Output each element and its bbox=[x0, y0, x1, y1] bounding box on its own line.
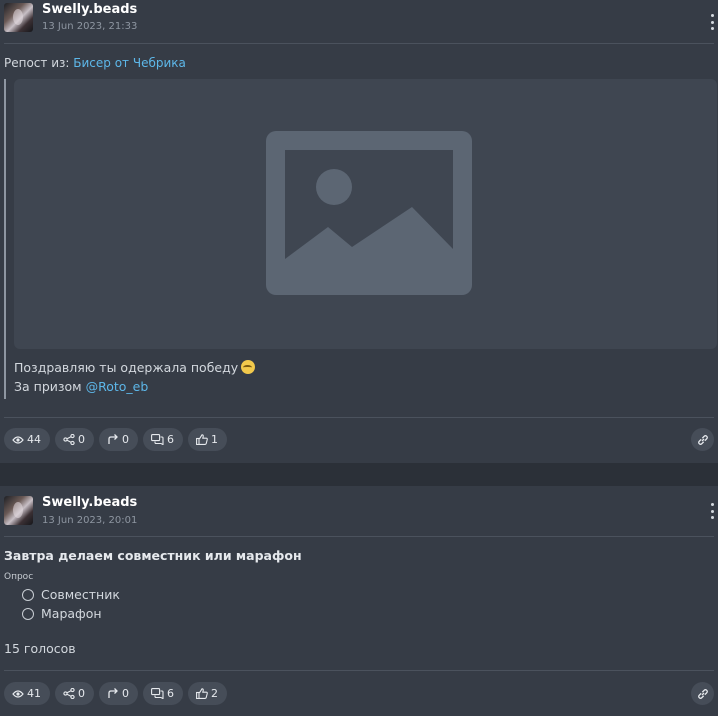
repost-button[interactable]: 0 bbox=[99, 428, 138, 451]
repost-line: Репост из: Бисер от Чебрика bbox=[4, 56, 186, 70]
shares-count: 0 bbox=[78, 433, 85, 446]
poll-option-label: Марафон bbox=[41, 606, 102, 621]
views-button[interactable]: 44 bbox=[4, 428, 50, 451]
radio-icon[interactable] bbox=[22, 588, 34, 601]
avatar[interactable] bbox=[4, 3, 33, 32]
divider bbox=[4, 670, 714, 671]
image-placeholder-icon bbox=[266, 131, 472, 295]
poll-label: Опрос bbox=[4, 572, 34, 582]
more-menu-icon[interactable] bbox=[709, 14, 715, 30]
reposts-count: 0 bbox=[122, 433, 129, 446]
like-button[interactable]: 2 bbox=[188, 682, 227, 705]
likes-count: 2 bbox=[211, 687, 218, 700]
comments-icon bbox=[151, 688, 164, 699]
divider bbox=[4, 43, 714, 44]
poll-title: Завтра делаем совместник или марафон bbox=[4, 548, 302, 563]
post-date: 13 Jun 2023, 21:33 bbox=[42, 21, 138, 32]
eye-icon bbox=[12, 689, 24, 698]
copy-link-button[interactable] bbox=[691, 682, 714, 705]
poll-option-label: Совместник bbox=[41, 587, 120, 602]
image-placeholder[interactable] bbox=[14, 79, 717, 349]
post-actions: 44 0 0 6 1 bbox=[4, 428, 227, 451]
comments-count: 6 bbox=[167, 433, 174, 446]
repost-arrow-icon bbox=[108, 688, 118, 698]
poll-option[interactable]: Совместник bbox=[22, 587, 120, 602]
divider bbox=[4, 536, 714, 537]
post-text: Поздравляю ты одержала победу За призом … bbox=[14, 358, 256, 396]
poll-option[interactable]: Марафон bbox=[22, 606, 102, 621]
like-button[interactable]: 1 bbox=[188, 428, 227, 451]
repost-source-link[interactable]: Бисер от Чебрика bbox=[73, 56, 186, 70]
more-menu-icon[interactable] bbox=[709, 503, 715, 519]
mention-link[interactable]: @Roto_eb bbox=[86, 379, 149, 394]
share-icon bbox=[63, 434, 75, 445]
post-text-prefix: За призом bbox=[14, 379, 86, 394]
repost-button[interactable]: 0 bbox=[99, 682, 138, 705]
post-date: 13 Jun 2023, 20:01 bbox=[42, 515, 138, 526]
author-name[interactable]: Swelly.beads bbox=[42, 495, 137, 510]
share-button[interactable]: 0 bbox=[55, 428, 94, 451]
repost-prefix: Репост из: bbox=[4, 56, 74, 70]
post-card: Swelly.beads 13 Jun 2023, 21:33 Репост и… bbox=[0, 0, 718, 463]
views-button[interactable]: 41 bbox=[4, 682, 50, 705]
radio-icon[interactable] bbox=[22, 607, 34, 620]
repost-quote: Поздравляю ты одержала победу За призом … bbox=[4, 79, 717, 399]
sleepy-face-emoji-icon bbox=[241, 360, 256, 374]
comments-button[interactable]: 6 bbox=[143, 682, 183, 705]
divider bbox=[4, 417, 714, 418]
likes-count: 1 bbox=[211, 433, 218, 446]
author-name[interactable]: Swelly.beads bbox=[42, 2, 137, 17]
post-header: Swelly.beads 13 Jun 2023, 21:33 bbox=[0, 0, 718, 43]
thumbs-up-icon bbox=[196, 688, 208, 699]
eye-icon bbox=[12, 435, 24, 444]
comments-count: 6 bbox=[167, 687, 174, 700]
link-icon bbox=[697, 688, 708, 699]
post-text-line: Поздравляю ты одержала победу bbox=[14, 360, 239, 375]
views-count: 41 bbox=[27, 687, 41, 700]
reposts-count: 0 bbox=[122, 687, 129, 700]
avatar[interactable] bbox=[4, 496, 33, 525]
shares-count: 0 bbox=[78, 687, 85, 700]
share-icon bbox=[63, 688, 75, 699]
post-actions: 41 0 0 6 2 bbox=[4, 682, 227, 705]
share-button[interactable]: 0 bbox=[55, 682, 94, 705]
copy-link-button[interactable] bbox=[691, 428, 714, 451]
post-header: Swelly.beads 13 Jun 2023, 20:01 bbox=[0, 486, 718, 529]
comments-button[interactable]: 6 bbox=[143, 428, 183, 451]
thumbs-up-icon bbox=[196, 434, 208, 445]
poll-votes-count: 15 голосов bbox=[4, 641, 76, 656]
views-count: 44 bbox=[27, 433, 41, 446]
comments-icon bbox=[151, 434, 164, 445]
repost-arrow-icon bbox=[108, 434, 118, 444]
link-icon bbox=[697, 434, 708, 445]
post-card: Swelly.beads 13 Jun 2023, 20:01 Завтра д… bbox=[0, 486, 718, 716]
